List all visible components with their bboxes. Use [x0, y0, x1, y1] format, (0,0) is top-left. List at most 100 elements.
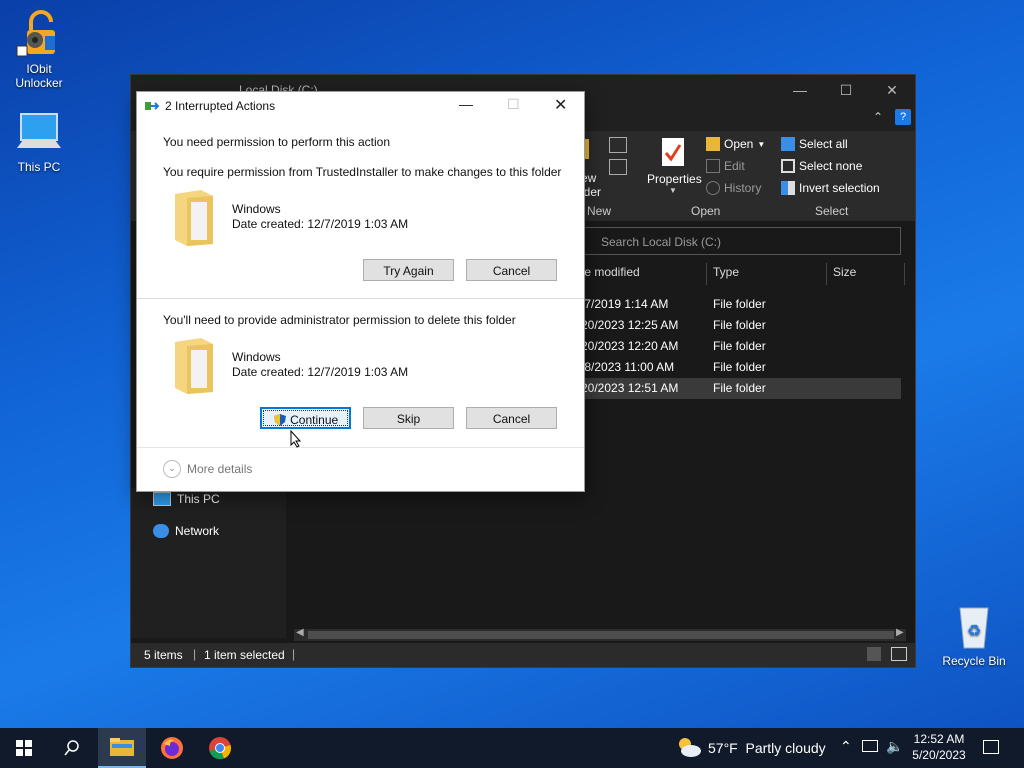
table-row[interactable]: 20/2023 12:20 AM File folder: [579, 336, 901, 357]
icon-label: Unlocker: [15, 76, 63, 90]
group-new-label: New: [587, 204, 612, 218]
windows-logo-icon: [16, 740, 32, 756]
column-divider[interactable]: [706, 263, 707, 285]
row-type: File folder: [713, 297, 766, 311]
search-input[interactable]: Search Local Disk (C:): [576, 227, 901, 255]
icon-label: This PC: [17, 160, 61, 174]
edit-label: Edit: [724, 159, 745, 173]
weather-text[interactable]: 57°F Partly cloudy: [708, 740, 826, 756]
firefox-icon: [161, 737, 183, 759]
table-row[interactable]: 20/2023 12:25 AM File folder: [579, 315, 901, 336]
help-icon[interactable]: ?: [895, 109, 911, 125]
scroll-right-icon[interactable]: ▶: [896, 627, 904, 638]
this-pc-desktop-icon[interactable]: This PC: [3, 108, 75, 174]
easy-access-icon[interactable]: [609, 137, 627, 153]
horizontal-scrollbar[interactable]: ◀ ▶: [294, 627, 906, 641]
details-view-icon[interactable]: [867, 647, 881, 661]
history-button[interactable]: History: [706, 181, 761, 195]
scrollbar-thumb[interactable]: [308, 631, 894, 639]
select-all-icon: [781, 137, 795, 151]
chevron-up-icon[interactable]: ⌃: [840, 738, 852, 755]
clock-time: 12:52 AM: [913, 732, 965, 746]
cancel-button[interactable]: Cancel: [466, 259, 557, 281]
iobit-unlocker-desktop-icon[interactable]: IObit Unlocker: [3, 10, 75, 90]
column-divider[interactable]: [826, 263, 827, 285]
item-1-name: Windows: [232, 202, 281, 216]
continue-label: Continue: [290, 413, 339, 427]
large-icons-view-icon[interactable]: [891, 647, 907, 661]
icon-label: IObit: [26, 62, 52, 76]
unlock-icon: [15, 10, 63, 58]
history-label: History: [724, 181, 762, 195]
network-icon[interactable]: [862, 740, 878, 752]
computer-icon: [153, 492, 171, 506]
row-date: 20/2023 12:25 AM: [581, 318, 679, 332]
nav-item-network[interactable]: Network: [153, 524, 219, 538]
taskbar-chrome[interactable]: [196, 728, 244, 768]
item-count: 5 items: [144, 648, 183, 662]
table-row[interactable]: /7/2019 1:14 AM File folder: [579, 294, 901, 315]
column-type[interactable]: Type: [713, 265, 739, 279]
row-type: File folder: [713, 381, 766, 395]
nav-label: This PC: [177, 492, 220, 506]
try-again-button[interactable]: Try Again: [363, 259, 454, 281]
taskbar-firefox[interactable]: [148, 728, 196, 768]
column-size[interactable]: Size: [833, 265, 856, 279]
close-button[interactable]: ✕: [869, 75, 915, 105]
taskbar-file-explorer[interactable]: [98, 728, 146, 768]
properties-button[interactable]: Properties ▼: [647, 137, 702, 195]
cancel-button[interactable]: Cancel: [466, 407, 557, 429]
selected-count: 1 item selected: [204, 648, 285, 662]
new-item-icon[interactable]: [609, 159, 627, 175]
partly-cloudy-icon[interactable]: [676, 736, 702, 758]
row-type: File folder: [713, 318, 766, 332]
select-none-button[interactable]: Select none: [781, 159, 862, 173]
maximize-button: ☐: [507, 96, 520, 112]
column-date-modified[interactable]: te modified: [581, 265, 640, 279]
more-details-toggle[interactable]: ⌄ More details: [163, 460, 252, 478]
recycle-bin-icon: ♻: [950, 602, 998, 650]
skip-button[interactable]: Skip: [363, 407, 454, 429]
more-details-label: More details: [187, 462, 253, 476]
search-button[interactable]: [48, 728, 96, 768]
folder-icon: [173, 338, 213, 394]
notifications-icon[interactable]: [983, 740, 999, 754]
folder-icon: [110, 738, 134, 756]
status-divider: |: [193, 647, 197, 661]
network-icon: [153, 524, 169, 538]
close-button[interactable]: ✕: [554, 95, 567, 115]
select-none-label: Select none: [799, 159, 863, 173]
continue-button[interactable]: Continue: [260, 407, 351, 429]
chevron-up-icon[interactable]: ⌃: [873, 110, 883, 124]
row-date: 20/2023 12:51 AM: [581, 381, 679, 395]
minimize-button[interactable]: —: [459, 96, 473, 112]
column-divider[interactable]: [904, 263, 905, 285]
volume-muted-icon[interactable]: 🔈: [886, 738, 903, 755]
select-all-button[interactable]: Select all: [781, 137, 848, 151]
item-2-date: Date created: 12/7/2019 1:03 AM: [232, 365, 409, 379]
table-row-selected[interactable]: 20/2023 12:51 AM File folder: [579, 378, 901, 399]
recycle-bin-desktop-icon[interactable]: ♻ Recycle Bin: [938, 602, 1010, 668]
row-date: /7/2019 1:14 AM: [581, 297, 669, 311]
folder-icon: [173, 190, 213, 246]
maximize-button[interactable]: ☐: [823, 75, 869, 105]
properties-label: Properties: [647, 172, 702, 186]
table-row[interactable]: /8/2023 11:00 AM File folder: [579, 357, 901, 378]
svg-text:♻: ♻: [967, 623, 981, 640]
nav-label: Network: [175, 524, 220, 538]
open-button[interactable]: Open ▼: [706, 137, 765, 151]
dialog-title: 2 Interrupted Actions: [165, 99, 276, 113]
dialog-message-2: You'll need to provide administrator per…: [163, 313, 516, 327]
scroll-left-icon[interactable]: ◀: [296, 627, 304, 638]
divider: [137, 298, 584, 299]
row-type: File folder: [713, 360, 766, 374]
minimize-button[interactable]: —: [777, 75, 823, 105]
invert-selection-label: Invert selection: [799, 181, 880, 195]
edit-button[interactable]: Edit: [706, 159, 745, 173]
dialog-heading: You need permission to perform this acti…: [163, 135, 391, 149]
item-1-date: Date created: 12/7/2019 1:03 AM: [232, 217, 409, 231]
nav-item-this-pc[interactable]: This PC: [153, 492, 220, 506]
invert-selection-button[interactable]: Invert selection: [781, 181, 880, 195]
start-button[interactable]: [0, 728, 48, 768]
clock[interactable]: 12:52 AM 5/20/2023: [906, 731, 972, 763]
